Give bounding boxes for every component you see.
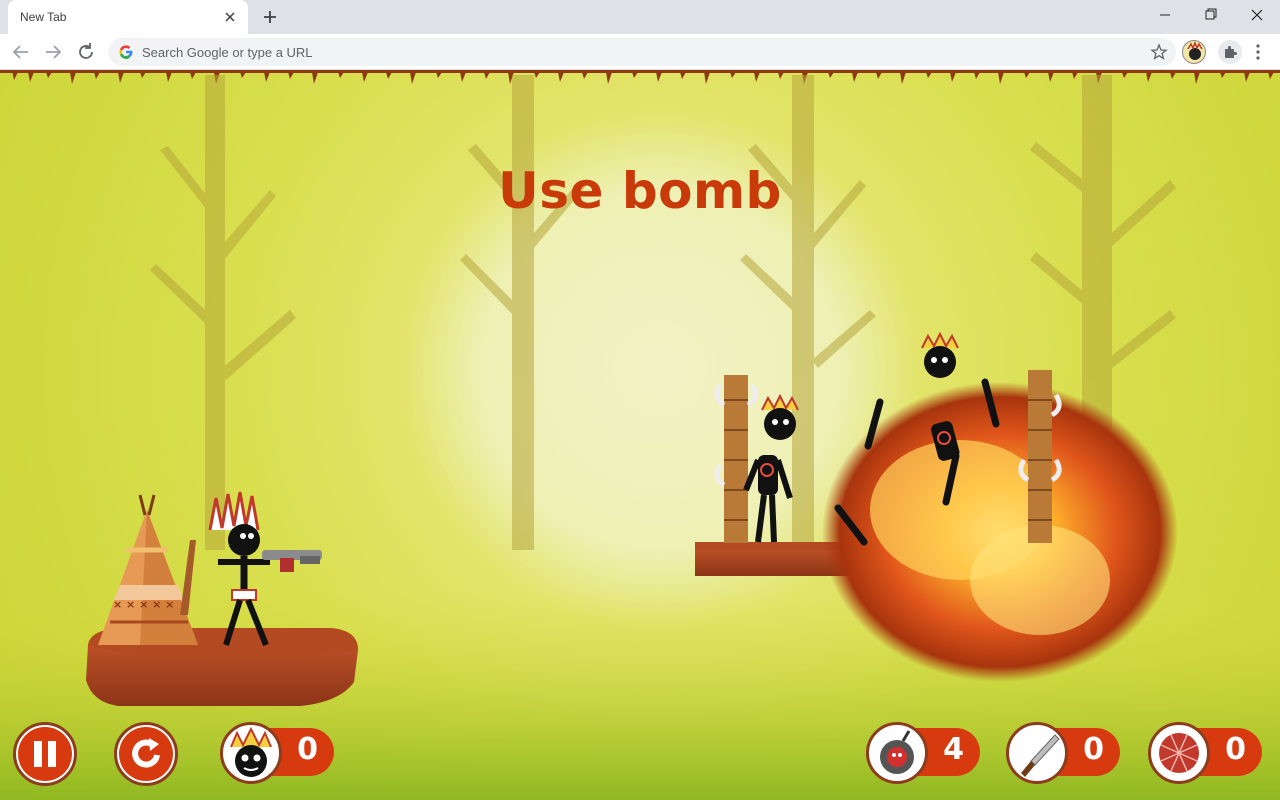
bomb-icon[interactable] xyxy=(866,722,928,784)
minimize-icon[interactable] xyxy=(1150,4,1180,26)
pause-icon xyxy=(18,727,72,781)
knife-count: 0 xyxy=(1083,732,1104,767)
restart-button[interactable] xyxy=(114,722,178,786)
bookmark-star-icon[interactable] xyxy=(1150,43,1168,61)
net-count: 0 xyxy=(1225,732,1246,767)
extensions-button[interactable] xyxy=(1218,40,1242,64)
restart-icon xyxy=(119,727,173,781)
restore-icon[interactable] xyxy=(1196,4,1226,26)
svg-text:× × × × ×: × × × × × xyxy=(113,598,174,611)
enemy-head-icon xyxy=(220,722,282,784)
teepee: × × × × × xyxy=(98,494,198,645)
google-icon xyxy=(119,45,133,59)
enemy-stickman-1 xyxy=(743,393,799,543)
address-placeholder: Search Google or type a URL xyxy=(142,45,313,60)
pause-button[interactable] xyxy=(13,722,77,786)
forward-icon[interactable] xyxy=(41,40,65,64)
bomb-count: 4 xyxy=(943,732,964,767)
new-tab-button[interactable] xyxy=(260,7,280,27)
tab-strip: New Tab xyxy=(0,0,1280,34)
puzzle-icon xyxy=(1225,46,1237,58)
tab-new-tab[interactable]: New Tab xyxy=(8,0,248,34)
hint-message: Use bomb xyxy=(498,162,782,220)
close-window-icon[interactable] xyxy=(1242,4,1272,26)
address-bar[interactable]: Search Google or type a URL xyxy=(108,38,1176,66)
tab-title: New Tab xyxy=(20,10,67,24)
reload-icon[interactable] xyxy=(74,40,98,64)
back-icon[interactable] xyxy=(9,40,33,64)
profile-avatar[interactable] xyxy=(1182,40,1206,64)
totem-pole-left xyxy=(714,375,758,543)
browser-toolbar: Search Google or type a URL xyxy=(0,34,1280,70)
close-icon[interactable] xyxy=(222,9,238,25)
knife-icon[interactable] xyxy=(1006,722,1068,784)
net-icon[interactable] xyxy=(1148,722,1210,784)
kebab-menu-icon[interactable] xyxy=(1250,42,1266,62)
profile-picture-icon xyxy=(1187,41,1203,60)
game-canvas[interactable]: × × × × × Use bomb 0 4 0 0 xyxy=(0,70,1280,800)
kills-count: 0 xyxy=(297,732,318,767)
